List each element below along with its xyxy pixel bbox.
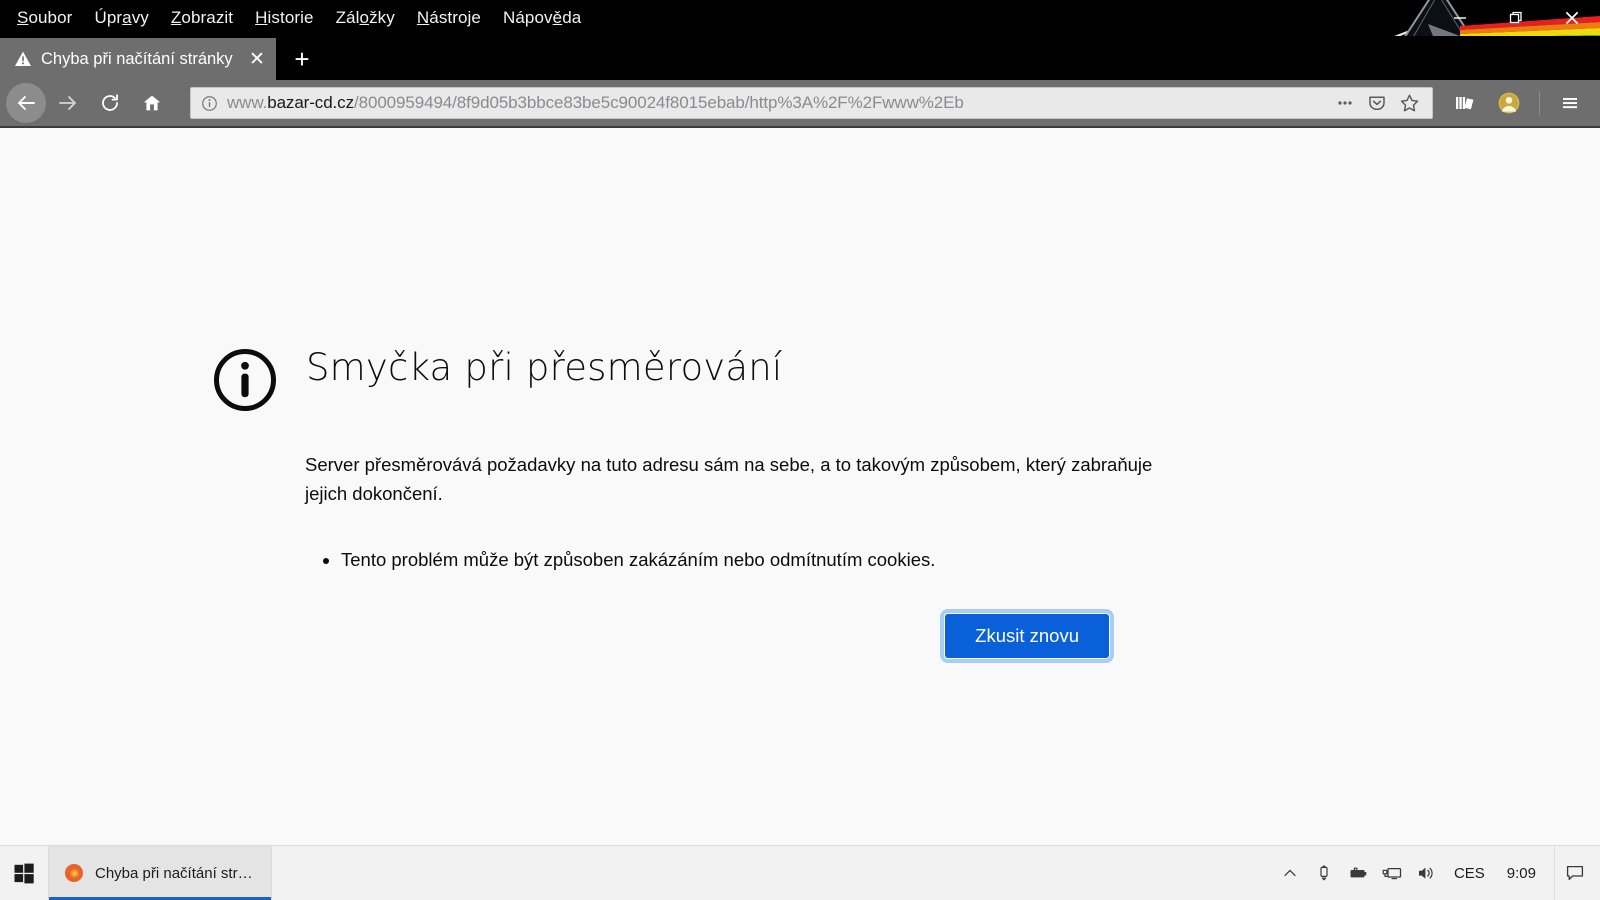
tray-usb-eject-button[interactable]: [1308, 846, 1340, 900]
tray-volume-button[interactable]: [1410, 846, 1442, 900]
menu-item-nastroje[interactable]: Nástroje: [408, 4, 490, 32]
menu-accel-nastroje: N: [416, 8, 430, 27]
star-icon: [1400, 94, 1418, 111]
back-button[interactable]: [6, 83, 46, 123]
arrow-left-icon: [18, 96, 35, 110]
toolbar-separator: [1539, 91, 1540, 115]
system-tray: CES 9:09: [1274, 845, 1600, 900]
tray-overflow-button[interactable]: [1274, 846, 1306, 900]
toolbar-end-group: [1445, 83, 1590, 123]
menu-accel-historie: H: [255, 8, 268, 27]
menu-label-historie: istorie: [267, 8, 314, 27]
menu-item-zalozky[interactable]: Záložky: [327, 4, 404, 32]
account-avatar-icon: [1498, 92, 1520, 114]
menu-item-napoveda[interactable]: Nápověda: [494, 4, 590, 32]
app-menu-button[interactable]: [1550, 83, 1590, 123]
url-bar[interactable]: www.bazar-cd.cz/8000959494/8f9d05b3bbce8…: [190, 87, 1433, 119]
error-button-row: Zkusit znovu: [212, 609, 1202, 664]
tab-close-icon[interactable]: ✕: [248, 50, 266, 69]
tab-active[interactable]: Chyba při načítání stránky ✕: [0, 38, 276, 80]
tray-network-button[interactable]: [1376, 846, 1408, 900]
tray-battery-button[interactable]: [1342, 846, 1374, 900]
start-button[interactable]: [0, 846, 48, 900]
notification-bubble-icon: [1566, 865, 1583, 881]
volume-icon: [1418, 867, 1433, 879]
menu-label-napoveda-b: da: [562, 8, 582, 27]
warning-triangle-icon: [15, 51, 31, 66]
menu-accel-zobrazit: Z: [170, 8, 182, 27]
menu-accel-napoveda: ě: [552, 8, 563, 27]
network-monitor-icon: [1382, 867, 1402, 880]
menu-label-nastroje: ástroje: [429, 8, 481, 27]
new-tab-button[interactable]: +: [276, 38, 328, 80]
browser-window: Soubor Úpravy Zobrazit Historie Záložky …: [0, 0, 1600, 900]
menu-label-zalozky-a: Zál: [335, 8, 360, 27]
error-bullet-item: Tento problém může být způsoben zakázání…: [341, 546, 1195, 574]
url-scheme: www.: [227, 93, 268, 112]
account-button[interactable]: [1489, 83, 1529, 123]
usb-eject-icon: [1320, 865, 1328, 881]
firefox-icon: [65, 864, 83, 883]
menu-label-napoveda-a: Nápov: [503, 8, 553, 27]
restore-button[interactable]: [1488, 0, 1544, 36]
tray-language-indicator[interactable]: CES: [1444, 846, 1495, 900]
menu-label-soubor: oubor: [28, 8, 73, 27]
menu-label-zobrazit: obrazit: [181, 8, 234, 27]
arrow-right-icon: [59, 96, 76, 110]
error-bullet-list: Tento problém může být způsoben zakázání…: [341, 546, 1195, 574]
menu-item-upravy[interactable]: Úpravy: [85, 4, 157, 32]
bookmark-button[interactable]: [1394, 88, 1424, 118]
info-circle-icon[interactable]: [201, 95, 218, 112]
taskbar: Chyba při načítání strá... CES 9:09: [0, 845, 1600, 900]
info-circle-icon: [214, 349, 276, 411]
taskbar-items: Chyba při načítání strá...: [48, 846, 272, 900]
battery-icon: [1350, 867, 1367, 878]
url-text[interactable]: www.bazar-cd.cz/8000959494/8f9d05b3bbce8…: [227, 93, 1328, 113]
error-body: Server přesměrovává požadavky na tuto ad…: [305, 451, 1195, 574]
taskbar-item-firefox[interactable]: Chyba při načítání strá...: [48, 846, 272, 900]
tab-strip: Chyba při načítání stránky ✕ +: [0, 36, 1600, 80]
menu-label-zalozky-b: žky: [369, 8, 395, 27]
hamburger-menu-icon: [1563, 98, 1577, 109]
menu-item-historie[interactable]: Historie: [246, 4, 322, 32]
menu-accel-upravy: a: [122, 8, 132, 27]
window-controls: [1432, 0, 1600, 36]
error-description: Server přesměrovává požadavky na tuto ad…: [305, 454, 1153, 504]
forward-button[interactable]: [48, 83, 88, 123]
page-actions-button[interactable]: [1330, 88, 1360, 118]
library-button[interactable]: [1445, 83, 1485, 123]
url-host: bazar-cd.cz: [267, 93, 354, 112]
pocket-icon: [1369, 96, 1385, 111]
home-icon: [143, 95, 161, 111]
reload-button[interactable]: [90, 83, 130, 123]
taskbar-item-label: Chyba při načítání strá...: [95, 864, 255, 882]
menu-item-soubor[interactable]: Soubor: [8, 4, 81, 32]
error-title: Smyčka při přesměrování: [306, 346, 783, 389]
retry-button[interactable]: Zkusit znovu: [940, 609, 1114, 664]
error-page: Smyčka při přesměrování Server přesměrov…: [212, 343, 1202, 664]
menu-item-zobrazit[interactable]: Zobrazit: [162, 4, 242, 32]
library-icon: [1456, 97, 1474, 110]
menu-accel-zalozky: o: [359, 8, 370, 27]
title-bar: Soubor Úpravy Zobrazit Historie Záložky …: [0, 0, 1600, 36]
page-content: Smyčka při přesměrování Server přesměrov…: [0, 126, 1600, 845]
action-center-button[interactable]: [1554, 845, 1594, 900]
menu-accel-soubor: S: [17, 8, 29, 27]
url-path: /8000959494/8f9d05b3bbce83be5c90024f8015…: [353, 93, 964, 112]
tray-clock[interactable]: 9:09: [1497, 846, 1546, 900]
menu-label-upravy-a: Úpr: [94, 8, 123, 27]
ellipsis-icon: [1338, 101, 1352, 105]
menu-label-upravy-b: vy: [131, 8, 149, 27]
close-button[interactable]: [1544, 0, 1600, 36]
reload-icon: [102, 94, 118, 111]
error-header: Smyčka při přesměrování: [212, 343, 1202, 413]
windows-logo-icon: [14, 863, 34, 884]
menu-bar: Soubor Úpravy Zobrazit Historie Záložky …: [0, 0, 1600, 36]
tab-title: Chyba při načítání stránky: [41, 49, 233, 68]
home-button[interactable]: [132, 83, 172, 123]
navigation-toolbar: www.bazar-cd.cz/8000959494/8f9d05b3bbce8…: [0, 80, 1600, 126]
chevron-up-icon: [1284, 869, 1296, 877]
pocket-button[interactable]: [1362, 88, 1392, 118]
minimize-button[interactable]: [1432, 0, 1488, 36]
